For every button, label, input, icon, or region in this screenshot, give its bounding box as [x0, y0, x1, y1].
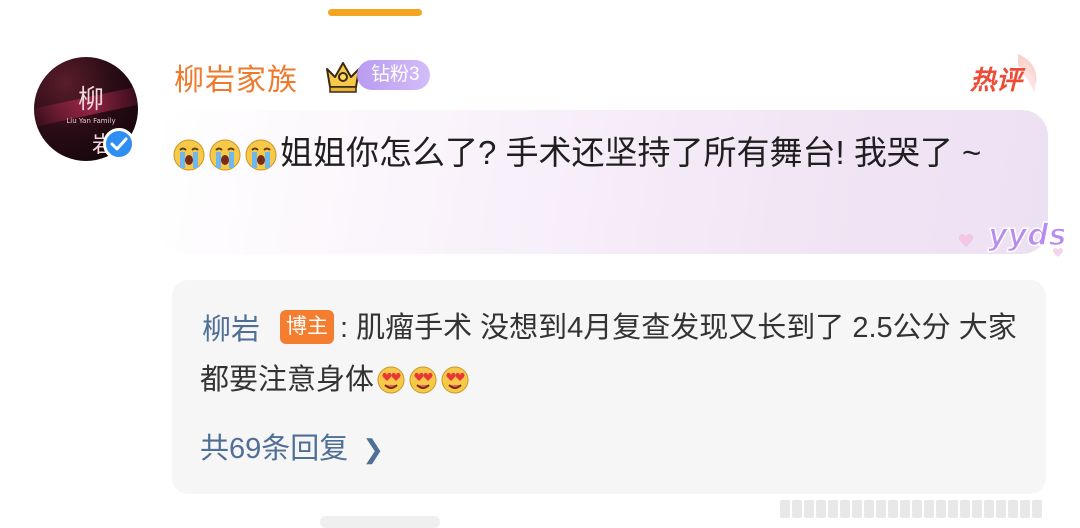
username[interactable]: 柳岩家族	[174, 55, 298, 99]
reply-text: : 肌瘤手术 没想到4月复查发现又长到了 2.5公分 大家都要注意身体	[200, 312, 1017, 396]
strip-cell	[996, 500, 1006, 518]
strip-cell	[816, 500, 826, 518]
cry-face-icon	[209, 139, 241, 171]
yyds-text: yyds	[988, 218, 1064, 253]
strip-cell	[864, 500, 874, 518]
strip-cell	[972, 500, 982, 518]
strip-cell	[912, 500, 922, 518]
strip-cell	[960, 500, 970, 518]
view-replies-link[interactable]: 共69条回复 ❯	[200, 425, 384, 467]
cry-face-icon	[245, 139, 277, 171]
strip-cell	[900, 500, 910, 518]
strip-cell	[828, 500, 838, 518]
strip-cell	[792, 500, 802, 518]
cry-emoji-group	[172, 126, 280, 184]
top-indicator	[328, 9, 422, 16]
strip-cell	[924, 500, 934, 518]
strip-cell	[852, 500, 862, 518]
strip-cell	[804, 500, 814, 518]
strip-cell	[984, 500, 994, 518]
strip-cell	[1020, 500, 1030, 518]
heart-face-icon	[409, 366, 437, 394]
avatar-char-top: 柳	[78, 85, 105, 115]
strip-cell	[840, 500, 850, 518]
strip-cell	[1032, 500, 1042, 518]
avatar-caption: Liu Yan Family	[66, 117, 116, 125]
reply-count-label: 共69条回复	[200, 433, 349, 465]
yyds-decoration: yyds	[958, 217, 1064, 257]
heart-face-icon	[377, 366, 405, 394]
strip-cell	[888, 500, 898, 518]
next-item-preview	[320, 516, 440, 528]
comment-text: 姐姐你怎么了? 手术还坚持了所有舞台! 我哭了 ~	[280, 134, 982, 171]
image-strip-preview	[780, 500, 1050, 524]
reply-body: : 肌瘤手术 没想到4月复查发现又长到了 2.5公分 大家都要注意身体	[200, 302, 1030, 406]
verified-icon	[103, 128, 135, 160]
comment-body[interactable]: 姐姐你怎么了? 手术还坚持了所有舞台! 我哭了 ~	[172, 124, 1032, 184]
cry-face-icon	[173, 139, 205, 171]
strip-cell	[936, 500, 946, 518]
strip-cell	[780, 500, 790, 518]
fan-level-badge: 钻粉3	[357, 60, 430, 90]
strip-cell	[876, 500, 886, 518]
heart-face-icon	[441, 366, 469, 394]
chevron-right-icon: ❯	[362, 434, 385, 464]
strip-cell	[1008, 500, 1018, 518]
strip-cell	[948, 500, 958, 518]
hot-comment-label: 热评	[970, 65, 1023, 95]
